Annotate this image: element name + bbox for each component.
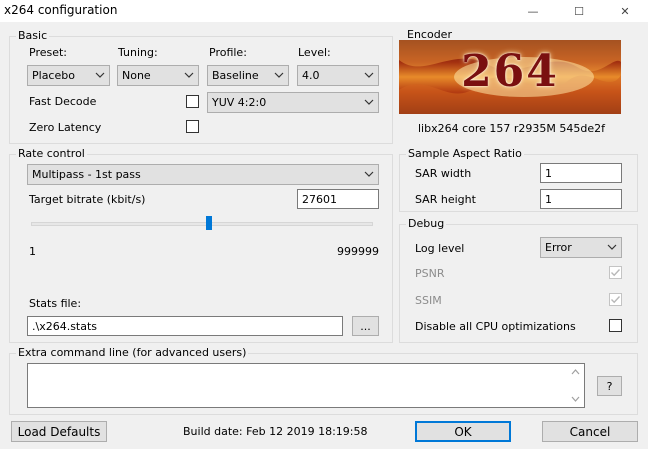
- cancel-button[interactable]: Cancel: [542, 421, 638, 442]
- sar-width-input[interactable]: [540, 163, 622, 183]
- profile-combo[interactable]: Baseline: [207, 65, 289, 86]
- fast-decode-label: Fast Decode: [29, 95, 97, 108]
- log-level-value: Error: [545, 241, 572, 254]
- logo-text: 264: [461, 46, 559, 97]
- sar-width-label: SAR width: [415, 167, 472, 180]
- checkmark-icon: [611, 296, 621, 304]
- load-defaults-button[interactable]: Load Defaults: [11, 421, 107, 442]
- log-level-label: Log level: [415, 242, 465, 255]
- tuning-label: Tuning:: [118, 46, 158, 59]
- title-bar: x264 configuration — ☐ ✕: [0, 0, 648, 22]
- minimize-button[interactable]: —: [510, 0, 556, 22]
- ssim-label: SSIM: [415, 294, 442, 307]
- chevron-down-icon: [184, 72, 194, 78]
- encoder-version: libx264 core 157 r2935M 545de2f: [418, 122, 606, 135]
- checkmark-icon: [611, 269, 621, 277]
- build-date: Build date: Feb 12 2019 18:19:58: [183, 425, 368, 438]
- bitrate-slider-thumb[interactable]: [205, 216, 212, 230]
- x264-logo: 264: [399, 40, 621, 114]
- preset-label: Preset:: [29, 46, 68, 59]
- stats-file-label: Stats file:: [29, 297, 82, 310]
- basic-group-label: Basic: [16, 29, 50, 42]
- slider-min-label: 1: [29, 245, 36, 258]
- tuning-combo[interactable]: None: [117, 65, 199, 86]
- bitrate-slider-track[interactable]: [31, 222, 373, 226]
- ok-button[interactable]: OK: [415, 421, 511, 442]
- maximize-button[interactable]: ☐: [556, 0, 602, 22]
- sar-height-label: SAR height: [415, 193, 476, 206]
- chevron-down-icon: [95, 72, 105, 78]
- profile-label: Profile:: [209, 46, 247, 59]
- chevron-down-icon: [274, 72, 284, 78]
- chevron-down-icon: [607, 244, 617, 250]
- debug-group-label: Debug: [406, 217, 447, 230]
- colorspace-combo[interactable]: YUV 4:2:0: [207, 92, 379, 113]
- sar-group-label: Sample Aspect Ratio: [406, 147, 524, 160]
- tuning-value: None: [122, 69, 151, 82]
- cpu-opt-label: Disable all CPU optimizations: [415, 320, 576, 333]
- zero-latency-label: Zero Latency: [29, 121, 102, 134]
- colorspace-value: YUV 4:2:0: [212, 96, 267, 109]
- bitrate-input[interactable]: [297, 189, 379, 209]
- help-button[interactable]: ?: [597, 376, 622, 396]
- scroll-down-icon[interactable]: [567, 393, 584, 405]
- chevron-down-icon: [364, 99, 374, 105]
- scroll-up-icon[interactable]: [567, 366, 584, 378]
- browse-button[interactable]: ...: [352, 316, 379, 336]
- slider-max-label: 999999: [337, 245, 379, 258]
- preset-combo[interactable]: Placebo: [27, 65, 110, 86]
- level-combo[interactable]: 4.0: [297, 65, 379, 86]
- extra-command-textarea[interactable]: [27, 363, 585, 408]
- log-level-combo[interactable]: Error: [540, 237, 622, 258]
- cpu-opt-checkbox[interactable]: [609, 319, 622, 332]
- stats-file-input[interactable]: [27, 316, 343, 336]
- close-button[interactable]: ✕: [602, 0, 648, 22]
- level-label: Level:: [298, 46, 331, 59]
- preset-value: Placebo: [32, 69, 75, 82]
- rate-control-group-label: Rate control: [16, 147, 87, 160]
- fast-decode-checkbox[interactable]: [186, 95, 199, 108]
- profile-value: Baseline: [212, 69, 259, 82]
- ssim-checkbox[interactable]: [609, 293, 622, 306]
- chevron-down-icon: [364, 171, 374, 177]
- extra-group-label: Extra command line (for advanced users): [16, 346, 249, 359]
- psnr-label: PSNR: [415, 267, 445, 280]
- bitrate-label: Target bitrate (kbit/s): [29, 193, 146, 206]
- rate-mode-value: Multipass - 1st pass: [32, 168, 141, 181]
- level-value: 4.0: [302, 69, 320, 82]
- sar-height-input[interactable]: [540, 189, 622, 209]
- rate-mode-combo[interactable]: Multipass - 1st pass: [27, 164, 379, 185]
- chevron-down-icon: [364, 72, 374, 78]
- window-title: x264 configuration: [4, 3, 118, 17]
- textarea-scrollbar[interactable]: [567, 364, 584, 407]
- psnr-checkbox[interactable]: [609, 266, 622, 279]
- zero-latency-checkbox[interactable]: [186, 120, 199, 133]
